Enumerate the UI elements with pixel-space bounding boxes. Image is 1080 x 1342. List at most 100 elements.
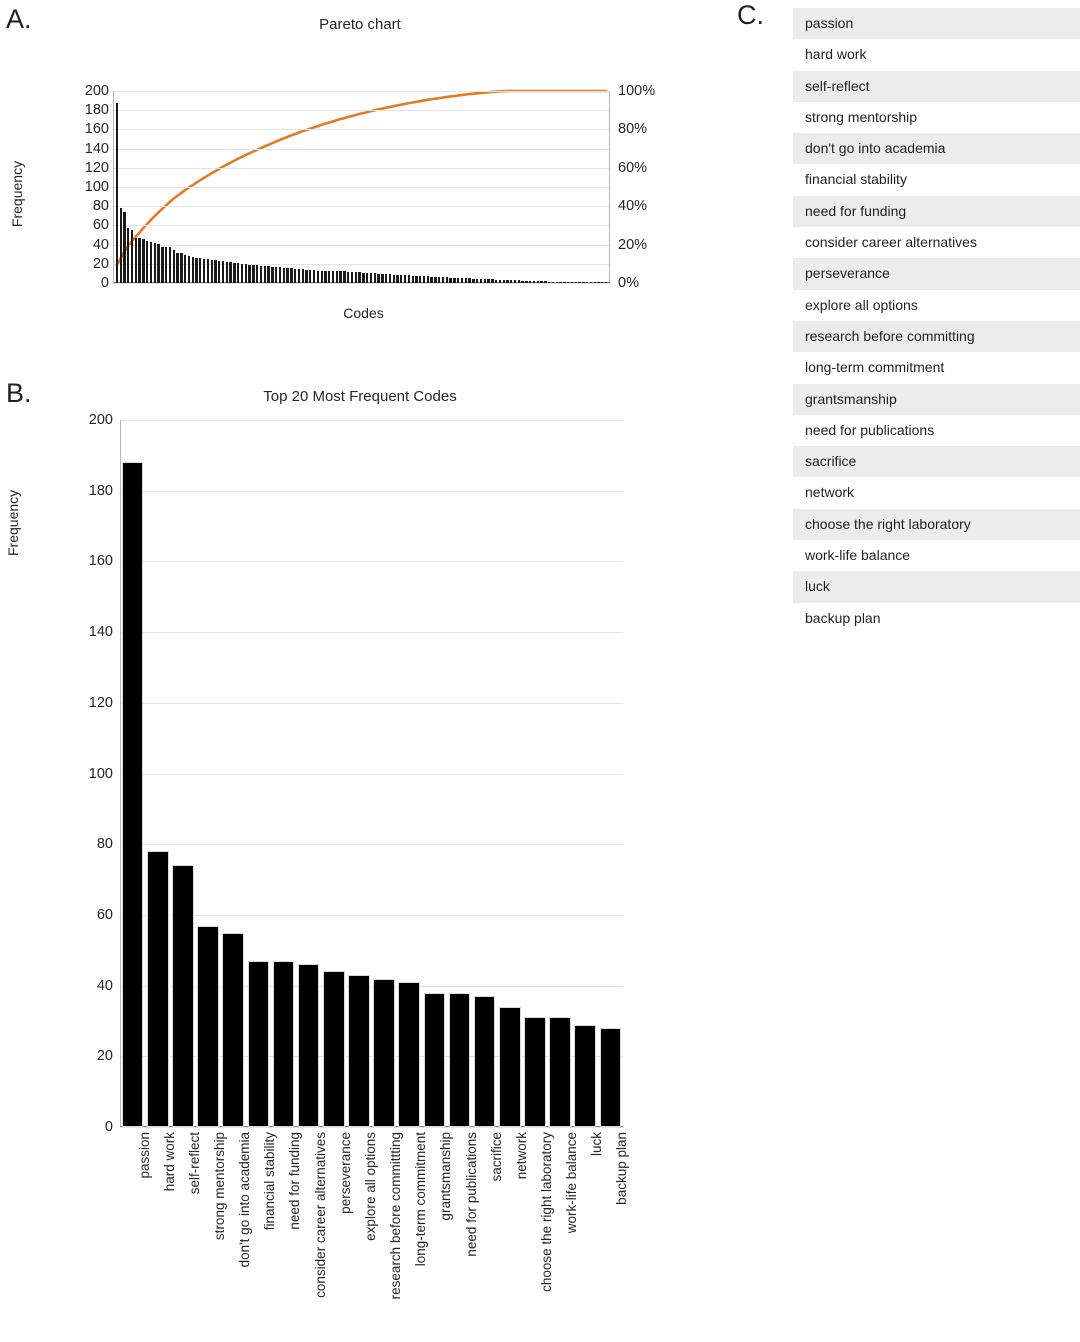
pareto-bar [604, 282, 608, 283]
pareto-y2tick-80pct: 80% [618, 121, 648, 138]
pareto-ytick-160: 160 [84, 121, 109, 138]
pareto-bar [350, 272, 354, 283]
pareto-bar [206, 259, 210, 283]
pareto-bar [536, 281, 539, 283]
code-list-item: network [793, 477, 1080, 509]
pareto-bar [127, 228, 130, 283]
pareto-bar [172, 250, 175, 283]
pareto-bar [453, 278, 456, 283]
pareto-bar [157, 243, 160, 283]
pareto-bar [517, 280, 521, 283]
top20-bar [398, 982, 421, 1127]
top20-y-axis-title: Frequency [5, 489, 21, 556]
pareto-plot-area [113, 89, 610, 284]
pareto-bar [183, 255, 187, 283]
top20-x-label: choose the right laboratory [538, 1132, 554, 1292]
pareto-bar [559, 282, 562, 283]
top20-bar [121, 462, 144, 1127]
pareto-bar [290, 267, 293, 283]
pareto-bar [494, 280, 498, 283]
pareto-bar [578, 282, 581, 283]
pareto-bar [244, 263, 247, 283]
pareto-bar [422, 276, 426, 283]
code-list-item: sacrifice [793, 446, 1080, 478]
top20-x-label: sacrifice [488, 1132, 504, 1182]
pareto-bar [259, 265, 263, 283]
pareto-bar [567, 282, 570, 283]
pareto-ytick-60: 60 [92, 217, 109, 234]
pareto-ytick-0: 0 [100, 274, 109, 291]
top20-x-label: grantsmanship [438, 1132, 454, 1221]
code-list-item: work-life balance [793, 540, 1080, 572]
pareto-bar [548, 282, 551, 283]
pareto-bar [297, 268, 301, 283]
top20-x-label: financial stability [262, 1132, 278, 1231]
pareto-bar [218, 260, 221, 283]
top20-bar [524, 1017, 546, 1127]
top20-chart-panel: Top 20 Most Frequent Codes Frequency 0 20… [0, 370, 735, 1299]
pareto-bar [161, 246, 164, 283]
pareto-bar [312, 269, 316, 283]
pareto-bar [582, 282, 585, 283]
pareto-y-axis-line [113, 91, 114, 283]
top20-x-label: work-life balance [564, 1132, 580, 1234]
gridline [120, 844, 623, 846]
top20-ytick-60: 60 [96, 906, 113, 923]
pareto-bar [441, 277, 445, 283]
pareto-bar [597, 282, 600, 283]
pareto-y2tick-60pct: 60% [618, 159, 648, 176]
pareto-bar [168, 247, 172, 283]
pareto-bar [472, 279, 475, 283]
pareto-bar [119, 208, 122, 283]
pareto-bar [301, 268, 304, 283]
pareto-bar [430, 277, 433, 283]
pareto-bar [502, 280, 505, 283]
gridline [113, 187, 610, 188]
pareto-bar [180, 253, 183, 283]
pareto-bar [384, 274, 388, 283]
top20-ytick-0: 0 [104, 1118, 113, 1135]
top20-bar [499, 1006, 521, 1127]
pareto-bar [339, 271, 342, 283]
pareto-bar [589, 282, 593, 283]
pareto-y-axis-title: Frequency [9, 160, 26, 228]
pareto-bar [479, 279, 483, 283]
pareto-bar [540, 281, 543, 283]
pareto-ytick-140: 140 [84, 140, 109, 157]
pareto-bar [267, 265, 270, 283]
pareto-bar [293, 268, 297, 283]
pareto-bar [366, 273, 369, 283]
gridline [120, 914, 623, 916]
pareto-bar [521, 281, 524, 283]
pareto-bar [347, 272, 350, 283]
pareto-bar [286, 267, 289, 283]
pareto-bar [468, 278, 471, 283]
pareto-ytick-180: 180 [84, 101, 109, 118]
code-list-item: don't go into academia [793, 133, 1080, 165]
top20-x-axis-line [120, 1126, 623, 1127]
top20-y-axis-ticks: 0 20 40 60 80 100 120 140 160 180 200 [58, 413, 113, 1134]
pareto-bar [214, 259, 217, 283]
pareto-bar [434, 277, 437, 283]
pareto-bar [282, 267, 285, 283]
gridline [120, 702, 623, 704]
pareto-secondary-y-axis-line [609, 91, 610, 283]
pareto-bar [195, 258, 198, 283]
top20-bar [272, 960, 295, 1127]
code-list-item: explore all options [793, 289, 1080, 321]
pareto-bar [146, 240, 149, 283]
top20-bar [448, 992, 471, 1127]
pareto-bar [153, 242, 156, 283]
pareto-bar [263, 265, 266, 283]
pareto-bar [343, 271, 346, 283]
top20-x-label: need for publications [463, 1132, 479, 1257]
pareto-bar [563, 282, 566, 283]
pareto-bar [142, 238, 145, 283]
pareto-bar [415, 276, 418, 283]
pareto-bar [555, 282, 558, 283]
code-list-item: research before committing [793, 320, 1080, 353]
top20-plot-area [120, 420, 623, 1128]
pareto-bar [248, 264, 251, 283]
pareto-bar [225, 261, 229, 283]
top20-bar [373, 978, 395, 1127]
